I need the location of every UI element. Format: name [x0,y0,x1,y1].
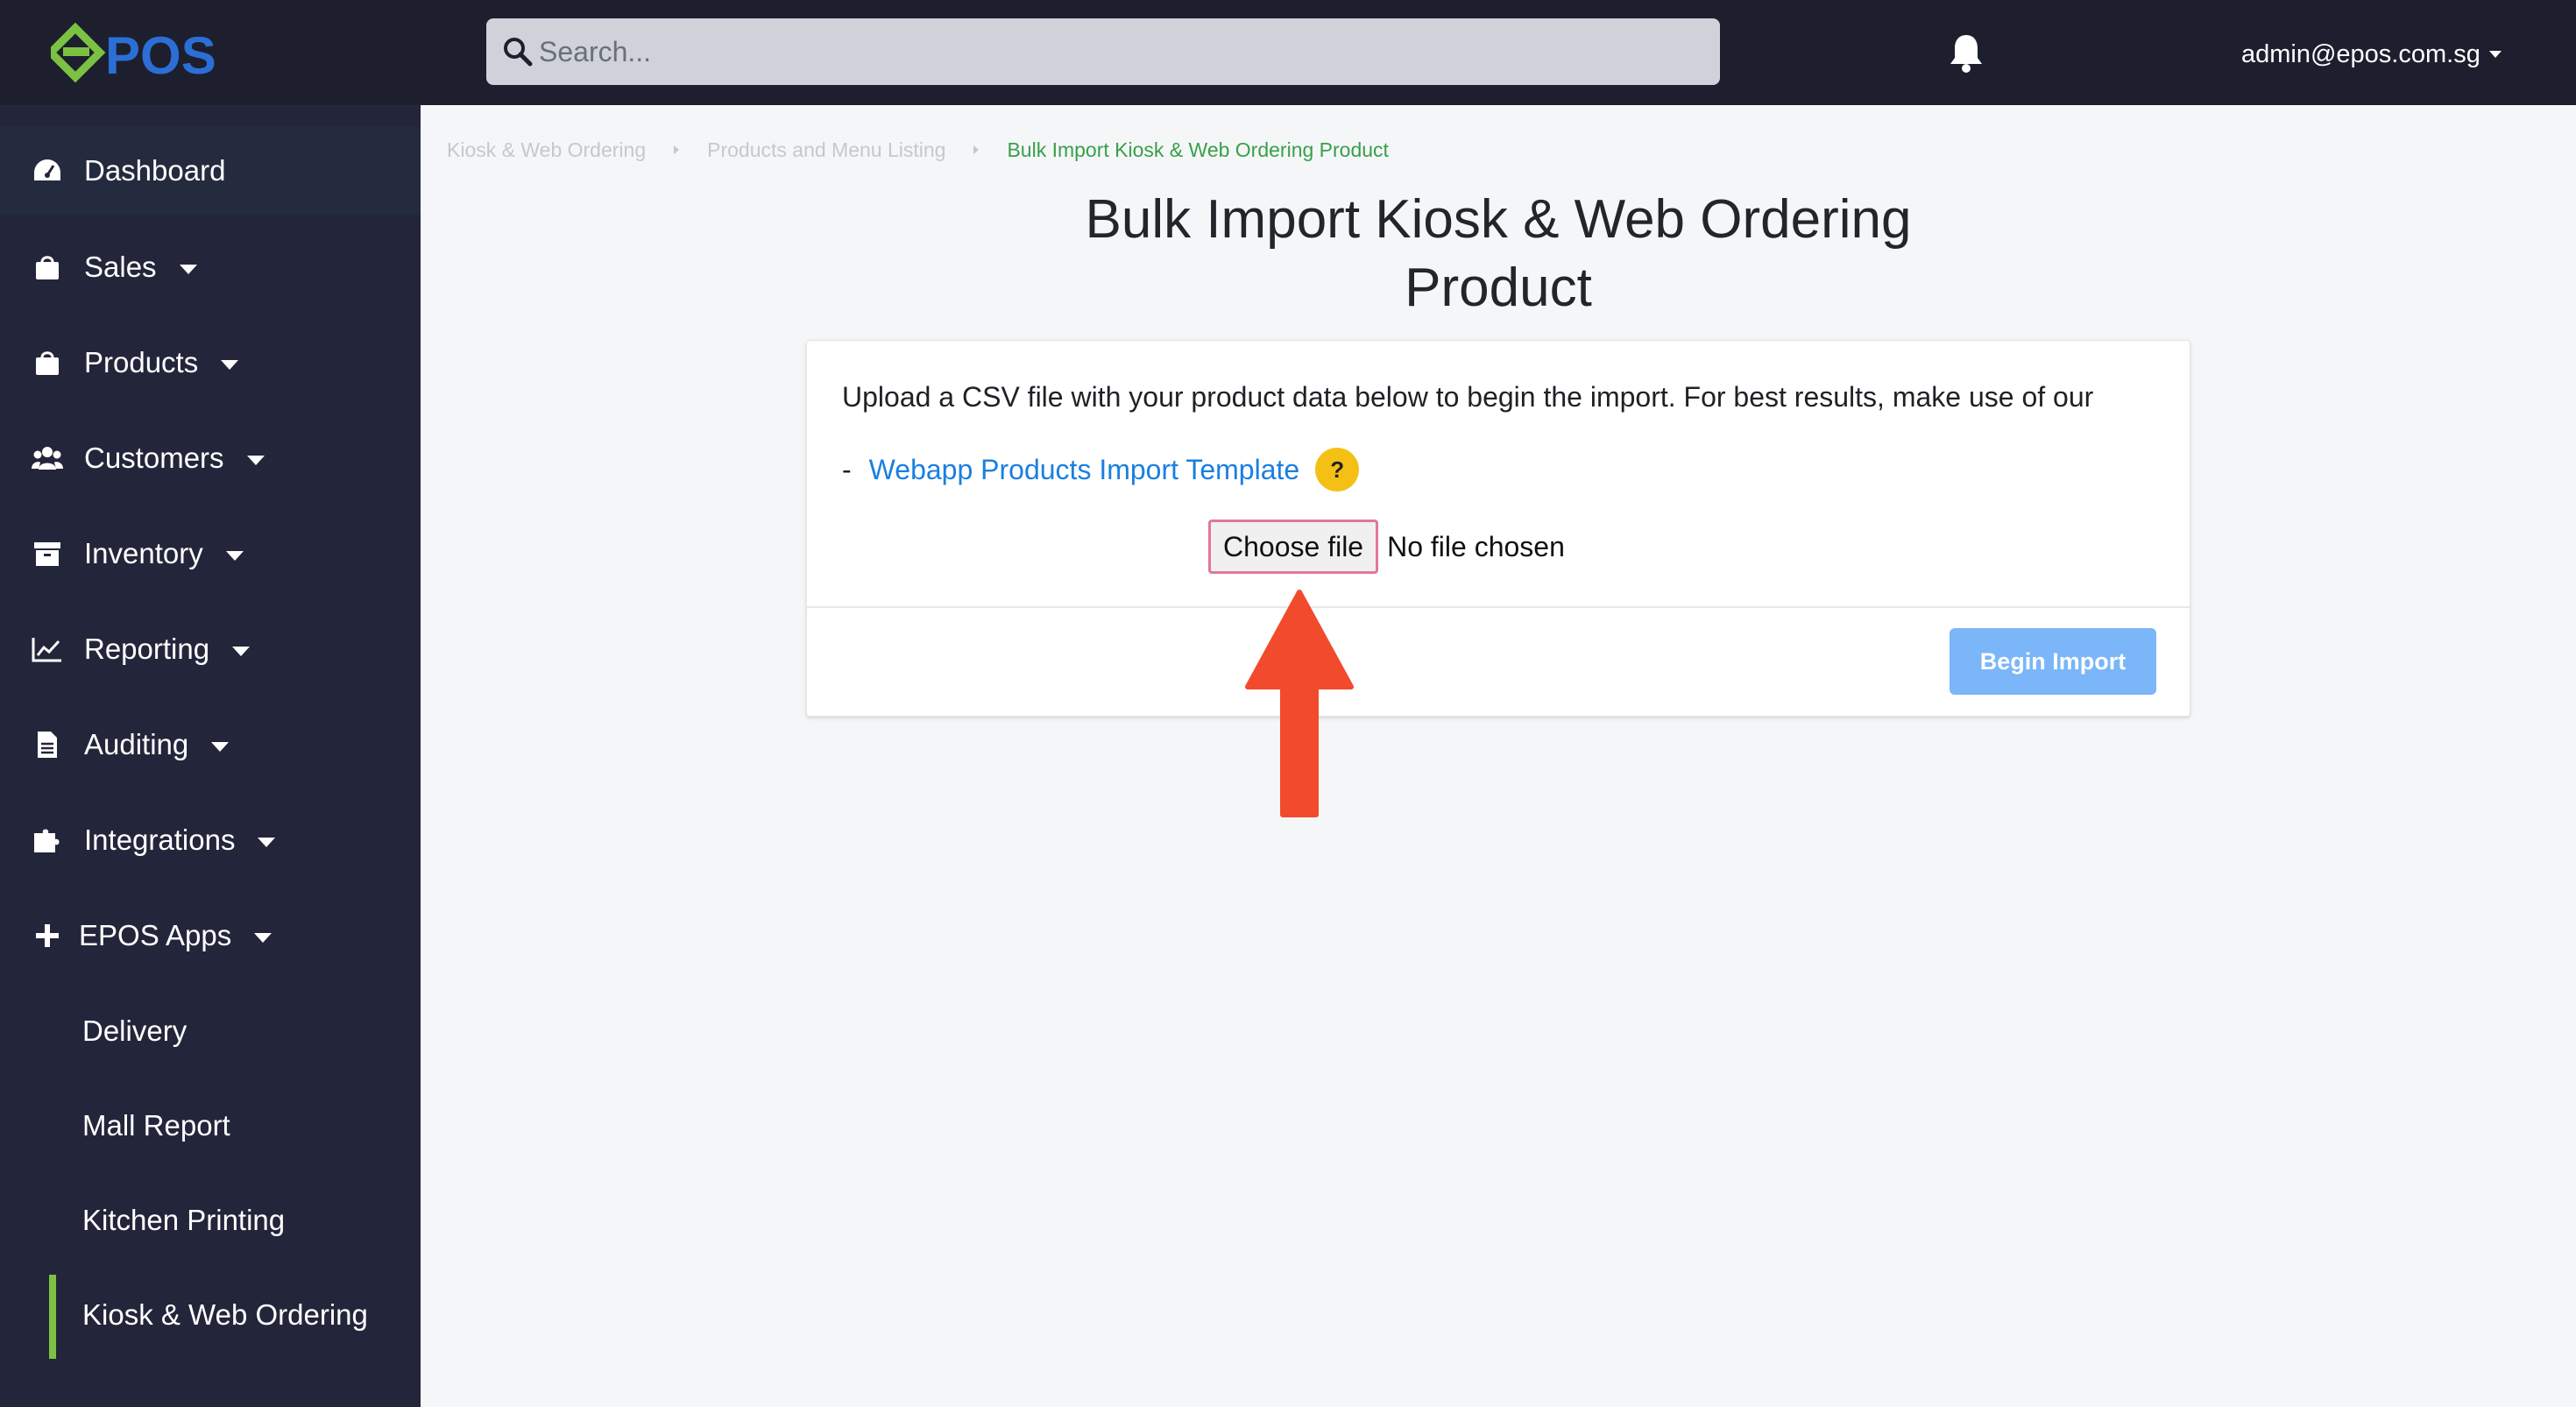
help-icon[interactable]: ? [1315,448,1360,491]
caret-down-icon [246,455,265,465]
shopping-bag-icon [32,347,63,378]
search-icon [504,38,533,67]
sidebar-item-epos-apps[interactable]: EPOS Apps [0,892,421,979]
sidebar-subitem-delivery[interactable]: Delivery [0,987,421,1075]
file-status: No file chosen [1387,530,1565,562]
import-card: Upload a CSV file with your product data… [806,340,2190,717]
sidebar-item-label: Inventory [84,537,203,569]
puzzle-icon [32,824,63,856]
template-link-row: - Webapp Products Import Template ? [842,446,1360,493]
plus-icon [32,920,63,951]
choose-file-button[interactable]: Choose file [1208,520,1379,574]
logo-text: POS [105,26,216,84]
sidebar-item-label: Delivery [82,1015,188,1047]
bell-icon[interactable] [1947,32,1985,74]
sidebar-item-reporting[interactable]: Reporting [0,605,421,693]
breadcrumb-separator-icon [674,145,680,154]
search-input[interactable] [539,18,1695,85]
page-title-line2: Product [1405,258,1592,318]
user-menu[interactable]: admin@epos.com.sg [2241,39,2502,70]
active-indicator [49,1275,56,1359]
breadcrumb-current: Bulk Import Kiosk & Web Ordering Product [1007,138,1389,161]
sidebar-item-label: Kiosk & Web Ordering [82,1298,368,1331]
caret-down-icon [225,550,244,561]
sidebar-item-label: Kitchen Printing [82,1204,286,1236]
users-icon [32,442,63,474]
card-divider [807,606,2190,608]
archive-icon [32,538,63,569]
sidebar-item-label: Sales [84,251,157,283]
breadcrumb: Kiosk & Web Ordering Products and Menu L… [447,135,1389,165]
sidebar-item-label: Dashboard [84,154,226,187]
import-template-link[interactable]: Webapp Products Import Template [869,454,1300,486]
sidebar-item-label: Products [84,346,199,378]
epos-logo[interactable]: POS [51,23,261,84]
breadcrumb-link-products-menu-listing[interactable]: Products and Menu Listing [707,138,945,162]
user-email: admin@epos.com.sg [2241,39,2480,68]
annotation-arrow-icon [1245,590,1354,817]
sidebar-item-label: Auditing [84,728,189,760]
sidebar-item-label: EPOS Apps [79,919,232,951]
sidebar-subitem-kitchen-printing[interactable]: Kitchen Printing [0,1177,421,1264]
sidebar-subitem-mall-report[interactable]: Mall Report [0,1082,421,1170]
caret-down-icon [2488,51,2502,58]
page-title-line1: Bulk Import Kiosk & Web Ordering [1085,189,1912,250]
sidebar: Dashboard Sales Products Customers Inven… [0,105,421,1407]
sidebar-item-integrations[interactable]: Integrations [0,796,421,884]
sidebar-item-products[interactable]: Products [0,319,421,407]
file-input: Choose file No file chosen [1208,520,1565,574]
caret-down-icon [211,741,230,752]
breadcrumb-link-kiosk-web-ordering[interactable]: Kiosk & Web Ordering [447,138,646,162]
sidebar-subitem-kiosk-web-ordering[interactable]: Kiosk & Web Ordering [0,1271,421,1359]
begin-import-button[interactable]: Begin Import [1950,628,2156,695]
document-icon [32,729,63,760]
search-box[interactable] [486,18,1720,85]
sidebar-item-customers[interactable]: Customers [0,414,421,502]
sidebar-item-inventory[interactable]: Inventory [0,510,421,597]
sidebar-item-dashboard[interactable]: Dashboard [0,127,421,215]
list-dash: - [842,453,852,485]
sidebar-item-label: Mall Report [82,1109,230,1142]
caret-down-icon [221,359,239,370]
sidebar-item-sales[interactable]: Sales [0,223,421,311]
import-instructions: Upload a CSV file with your product data… [842,381,2094,413]
sidebar-item-auditing[interactable]: Auditing [0,701,421,788]
line-chart-icon [32,633,63,665]
caret-down-icon [258,837,276,847]
sidebar-item-label: Integrations [84,824,236,856]
page-title: Bulk Import Kiosk & Web Ordering Product [973,186,2024,322]
sidebar-item-label: Reporting [84,633,210,665]
breadcrumb-separator-icon [973,145,980,154]
shopping-bag-icon [32,251,63,283]
caret-down-icon [232,646,251,656]
sidebar-item-label: Customers [84,442,224,474]
caret-down-icon [254,932,272,943]
top-bar: POS admin@epos.com.sg [0,0,2576,105]
caret-down-icon [179,264,197,274]
dashboard-icon [32,155,63,187]
